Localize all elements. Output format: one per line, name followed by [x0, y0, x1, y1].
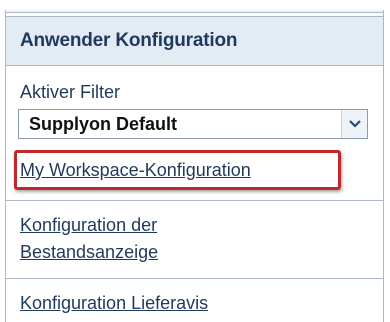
divider [6, 278, 383, 279]
highlight-annotation [14, 150, 341, 190]
chevron-down-icon [349, 120, 361, 128]
active-filter-label: Aktiver Filter [20, 82, 121, 102]
divider [6, 200, 383, 201]
top-strip [6, 10, 383, 13]
user-config-panel: Anwender Konfiguration Aktiver Filter Su… [5, 10, 384, 322]
inventory-display-config-link[interactable]: Konfiguration der [20, 215, 157, 236]
dropdown-button[interactable] [341, 110, 367, 138]
panel-header: Anwender Konfiguration [6, 16, 383, 66]
panel-title: Anwender Konfiguration [20, 30, 238, 51]
inventory-display-config-link-line2[interactable]: Bestandsanzeige [20, 242, 158, 263]
active-filter-value: Supplyon Default [29, 114, 177, 134]
active-filter-select[interactable]: Supplyon Default [18, 109, 368, 139]
delivery-notice-config-link[interactable]: Konfiguration Lieferavis [20, 293, 208, 314]
